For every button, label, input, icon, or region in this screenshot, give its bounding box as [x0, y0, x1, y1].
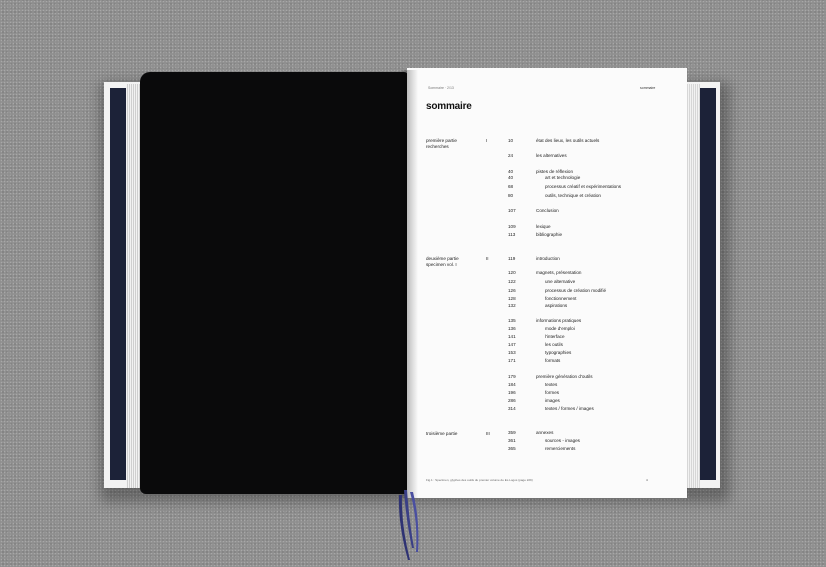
- toc-entry-title: lexique: [536, 224, 551, 229]
- toc-entry-title: images: [545, 398, 560, 403]
- part-numeral: II: [486, 256, 489, 261]
- toc-entry-title: typographies: [545, 350, 572, 355]
- part-label: troisième partie: [426, 431, 458, 436]
- toc-page-number: 126: [508, 288, 516, 293]
- toc-entry-title: sources - images: [545, 438, 580, 443]
- toc-page-number: 359: [508, 430, 516, 435]
- toc-entry-title: une alternative: [545, 279, 576, 284]
- toc-page-number: 132: [508, 303, 516, 308]
- toc-entry-title: mode d'emploi: [545, 326, 575, 331]
- toc-page-number: 361: [508, 438, 516, 443]
- toc-page-number: 136: [508, 326, 516, 331]
- toc-entry-title: fonctionnement: [545, 296, 577, 301]
- toc-page-number: 365: [508, 446, 516, 451]
- toc-entry-title: outils, technique et création: [545, 193, 601, 198]
- toc-page-number: 80: [508, 193, 514, 198]
- toc-page-number: 147: [508, 342, 516, 347]
- toc-page-number: 179: [508, 374, 516, 379]
- toc-page-number: 122: [508, 279, 516, 284]
- toc-entry-title: les outils: [545, 342, 563, 347]
- part-numeral: III: [486, 431, 490, 436]
- toc-page-number: 10: [508, 138, 514, 143]
- toc-entry-title: textes / formes / images: [545, 406, 594, 411]
- toc-entry-title: l'interface: [545, 334, 565, 339]
- toc-page-number: 314: [508, 406, 516, 411]
- toc-entry-title: bibliographie: [536, 232, 563, 237]
- part-subtitle: recherches: [426, 144, 449, 149]
- toc-page-number: 40: [508, 175, 514, 180]
- toc-entry-title: remerciements: [545, 446, 576, 451]
- toc-page-number: 286: [508, 398, 516, 403]
- toc-page-number: 184: [508, 382, 516, 387]
- running-head-right: sommaire: [640, 86, 656, 90]
- toc-entry-title: Conclusion: [536, 208, 559, 213]
- toc-entry-title: première génération d'outils: [536, 374, 593, 379]
- page-number: 4: [646, 478, 648, 482]
- toc-entry-title: textes: [545, 382, 558, 387]
- toc-page-number: 119: [508, 256, 516, 261]
- toc-page-number: 113: [508, 232, 516, 237]
- toc-page-number: 141: [508, 334, 516, 339]
- toc-entry-title: les alternatives: [536, 153, 567, 158]
- toc-entry-title: art et technologie: [545, 175, 581, 180]
- toc-entry-title: état des lieux, les outils actuels: [536, 138, 600, 143]
- part-numeral: I: [486, 138, 488, 143]
- toc-page-number: 153: [508, 350, 516, 355]
- toc-entry-title: magnets, présentation: [536, 270, 582, 275]
- toc-page-number: 24: [508, 153, 514, 158]
- toc-page-number: 196: [508, 390, 516, 395]
- toc-page-number: 171: [508, 358, 516, 363]
- toc-entry-title: informations pratiques: [536, 318, 582, 323]
- toc-page-number: 109: [508, 224, 516, 229]
- toc-page-number: 128: [508, 296, 516, 301]
- toc-page-number: 68: [508, 184, 514, 189]
- toc-entry-title: introduction: [536, 256, 560, 261]
- toc-entry-title: processus de création modifié: [545, 288, 607, 293]
- toc-page-number: 135: [508, 318, 516, 323]
- part-subtitle: specimen vol. I: [426, 262, 457, 267]
- toc-entry-title: formats: [545, 358, 561, 363]
- toc-entry-title: processus créatif et expérimentations: [545, 184, 622, 189]
- page-title: sommaire: [426, 101, 472, 112]
- toc-entry-title: formes: [545, 390, 560, 395]
- toc-entry-title: annexes: [536, 430, 554, 435]
- bookmark-ribbons: [398, 490, 419, 560]
- running-head-left: Sommaire · 2/13: [428, 86, 454, 90]
- toc-page-number: 120: [508, 270, 516, 275]
- toc-page-number: 107: [508, 208, 516, 213]
- footnote: Fig.1 : Specimen, glyphes des outils du …: [426, 478, 533, 482]
- toc-entry-title: aspirations: [545, 303, 568, 308]
